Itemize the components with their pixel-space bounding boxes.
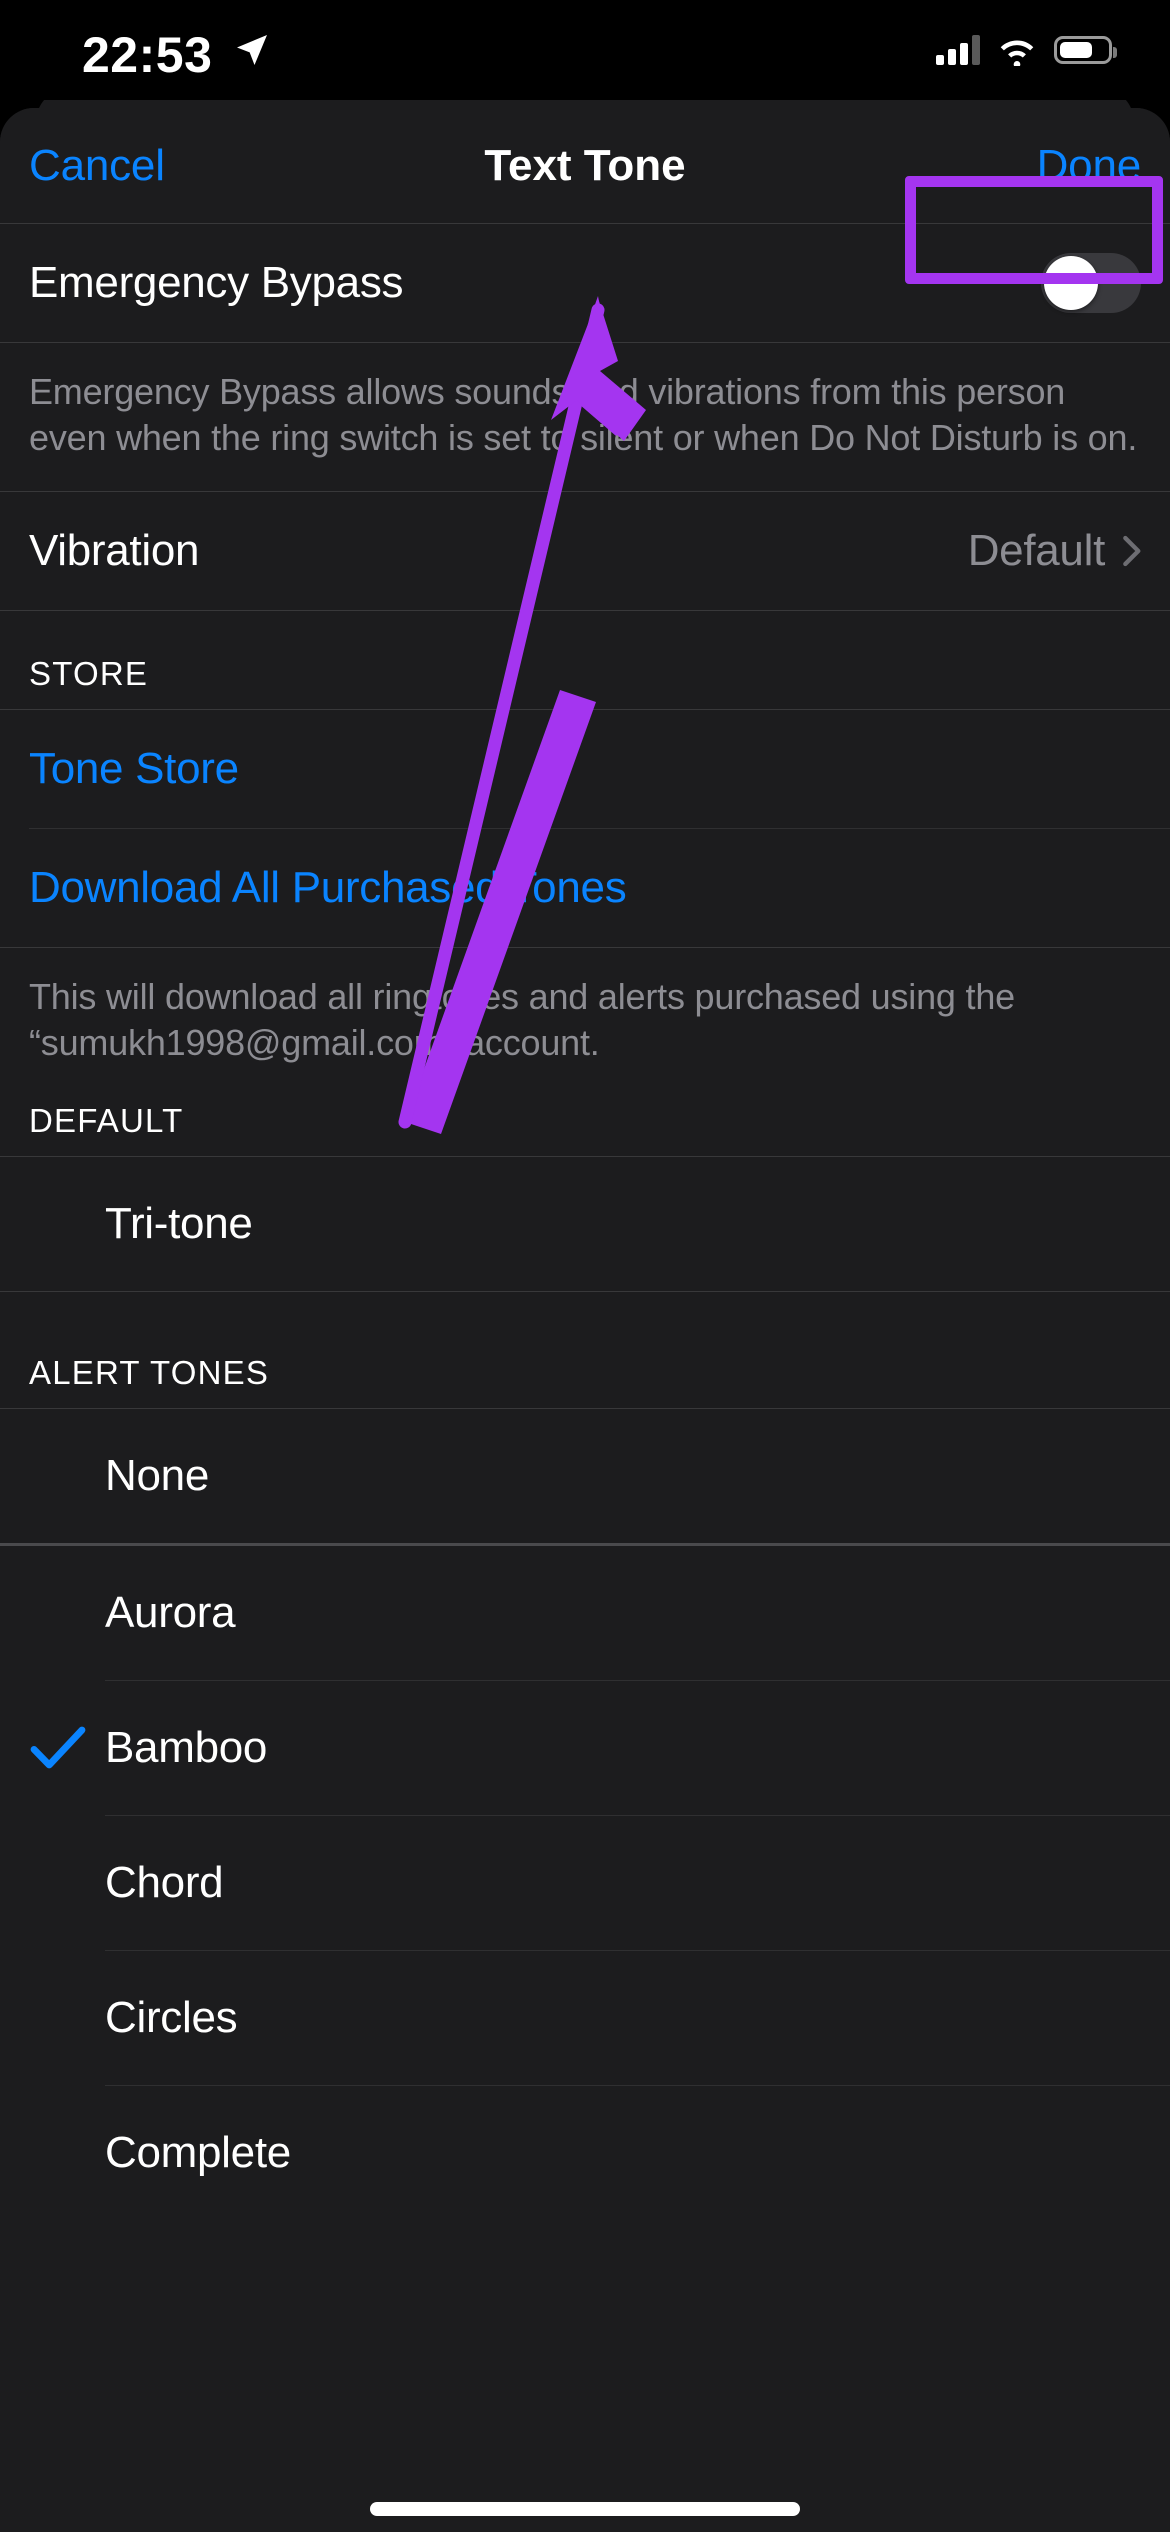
tone-row-aurora[interactable]: Aurora [0,1546,1170,1681]
battery-icon [1054,36,1117,64]
emergency-bypass-toggle[interactable] [1041,253,1141,313]
section-spacer [0,1292,1170,1355]
default-section-header: DEFAULT [29,1102,184,1140]
vibration-value-wrap: Default [968,526,1141,576]
alert-tones-section-header: ALERT TONES [29,1354,270,1392]
emergency-bypass-footer: Emergency Bypass allows sounds and vibra… [29,371,1138,459]
store-group: Tone Store Download All Purchased Tones [0,710,1170,948]
vibration-group: Vibration Default [0,492,1170,611]
vibration-label: Vibration [29,526,200,576]
emergency-bypass-label: Emergency Bypass [29,258,404,307]
cancel-button[interactable]: Cancel [29,141,165,191]
page-title: Text Tone [484,140,686,190]
status-bar: 22:53 [0,0,1170,100]
emergency-bypass-group: Emergency Bypass [0,224,1170,342]
store-footer: This will download all ringtones and ale… [29,976,1015,1064]
tone-row-bamboo[interactable]: Bamboo [0,1681,1170,1816]
home-indicator [370,2502,800,2516]
text-tone-sheet: Cancel Text Tone Done Emergency Bypass E… [0,108,1170,2532]
vibration-row[interactable]: Vibration Default [0,492,1170,611]
checkmark-icon [30,1726,86,1769]
tone-label: Bamboo [105,1723,268,1773]
tone-row-circles[interactable]: Circles [0,1951,1170,2086]
tone-row-chord[interactable]: Chord [0,1816,1170,1951]
iphone-screen: 22:53 Cancel Text Tone Done Emergency By… [0,0,1170,2532]
download-all-purchased-tones-row[interactable]: Download All Purchased Tones [0,829,1170,948]
status-bar-indicators [936,28,1117,72]
tone-row-tri-tone[interactable]: Tri-tone [0,1157,1170,1292]
tone-row-none[interactable]: None [0,1409,1170,1544]
tone-label: Tri-tone [105,1199,253,1249]
tone-label: Complete [105,2128,291,2178]
location-arrow-icon [237,35,267,65]
default-tone-group: Tri-tone [0,1157,1170,1292]
tone-label: None [105,1451,209,1501]
tone-row-complete[interactable]: Complete [0,2086,1170,2221]
cellular-bars-icon [936,35,980,65]
tone-store-row[interactable]: Tone Store [0,710,1170,829]
alert-tones-group: None Aurora Bamboo Chord Circles Complet… [0,1409,1170,2221]
wifi-icon [1000,40,1034,66]
vibration-value: Default [967,526,1106,576]
status-bar-time: 22:53 [82,27,213,83]
tone-label: Circles [105,1993,238,2043]
navigation-bar: Cancel Text Tone Done [0,108,1170,223]
download-all-purchased-tones-label: Download All Purchased Tones [29,863,627,913]
tone-label: Chord [105,1858,224,1908]
chevron-right-icon [1123,536,1141,567]
store-section-header: STORE [29,655,149,693]
done-button[interactable]: Done [1037,141,1142,191]
emergency-bypass-row[interactable]: Emergency Bypass [0,224,1170,342]
tone-label: Aurora [105,1588,236,1638]
tone-store-label: Tone Store [29,744,239,794]
